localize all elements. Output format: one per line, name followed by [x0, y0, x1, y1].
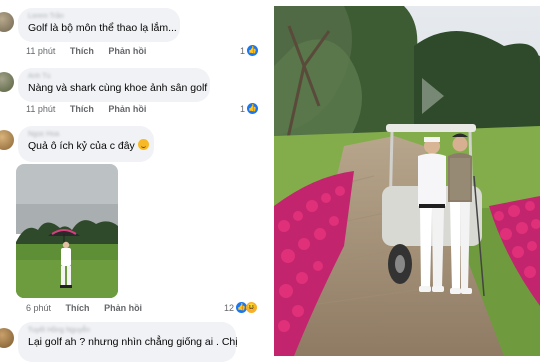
comment-bubble: Lorem Trần Golf là bộ môn thể thao lạ lắ… — [18, 8, 180, 42]
umbrella-golfer-photo — [16, 164, 118, 298]
golf-course-scene — [274, 6, 540, 356]
like-link[interactable]: Thích — [66, 303, 90, 313]
commenter-avatar[interactable] — [0, 130, 14, 150]
reaction-summary[interactable]: 1 👍 — [240, 103, 259, 114]
reaction-count: 1 — [240, 103, 246, 114]
commenter-avatar[interactable] — [0, 12, 14, 32]
reply-link[interactable]: Phản hồi — [104, 303, 142, 313]
commenter-name-blurred[interactable]: Lorem Trần — [28, 12, 170, 21]
like-link[interactable]: Thích — [70, 104, 94, 114]
like-reaction-icon: 👍 — [247, 103, 259, 114]
reply-link[interactable]: Phản hồi — [108, 104, 146, 114]
reaction-count: 12 — [224, 302, 235, 313]
commenter-avatar[interactable] — [0, 328, 14, 348]
commenter-name-blurred[interactable]: Tuyết Hồng Nguyễn — [28, 326, 226, 335]
comment-bubble: Tuyết Hồng Nguyễn Lại golf ah ? nhưng nh… — [18, 322, 238, 362]
like-link[interactable]: Thích — [70, 46, 94, 56]
reaction-count: 1 — [240, 45, 246, 56]
comment-photo[interactable] — [16, 164, 118, 298]
haha-reaction-icon: 😆 — [246, 302, 258, 313]
comment-text: Golf là bộ môn thể thao lạ lắm... — [28, 22, 177, 34]
comment-text: Lại golf ah ? nhưng nhìn chẳng giống ai … — [28, 336, 238, 348]
comment-bubble: Anh Tú Nàng và shark cùng khoe ảnh sân g… — [18, 68, 210, 102]
commenter-name-blurred[interactable]: Anh Tú — [28, 72, 200, 81]
comment-time[interactable]: 11 phút — [26, 46, 55, 56]
commenter-avatar[interactable] — [0, 72, 14, 92]
reaction-summary[interactable]: 12 👍 😆 — [224, 302, 258, 313]
golf-cart-photo[interactable] — [274, 6, 540, 356]
like-reaction-icon: 👍 — [247, 45, 259, 56]
comment-text: Nàng và shark cùng khoe ảnh sân golf — [28, 82, 208, 94]
comment-text: Quả ô ích kỷ của c đây — [28, 139, 149, 153]
reaction-summary[interactable]: 1 👍 — [240, 45, 259, 56]
comment-meta: 6 phút Thích Phản hồi — [26, 303, 154, 313]
comment-time[interactable]: 11 phút — [26, 104, 55, 114]
commenter-name-blurred[interactable]: Ngọc Hoa — [28, 130, 144, 139]
comment-meta: 11 phút Thích Phản hồi — [26, 46, 158, 56]
comment-meta: 11 phút Thích Phản hồi — [26, 104, 158, 114]
comment-bubble: Ngọc Hoa Quả ô ích kỷ của c đây — [18, 126, 154, 162]
grimace-emoji-icon — [137, 139, 149, 150]
reply-link[interactable]: Phản hồi — [108, 46, 146, 56]
comment-thread: Lorem Trần Golf là bộ môn thể thao lạ lắ… — [0, 0, 266, 362]
comment-time[interactable]: 6 phút — [26, 303, 51, 313]
